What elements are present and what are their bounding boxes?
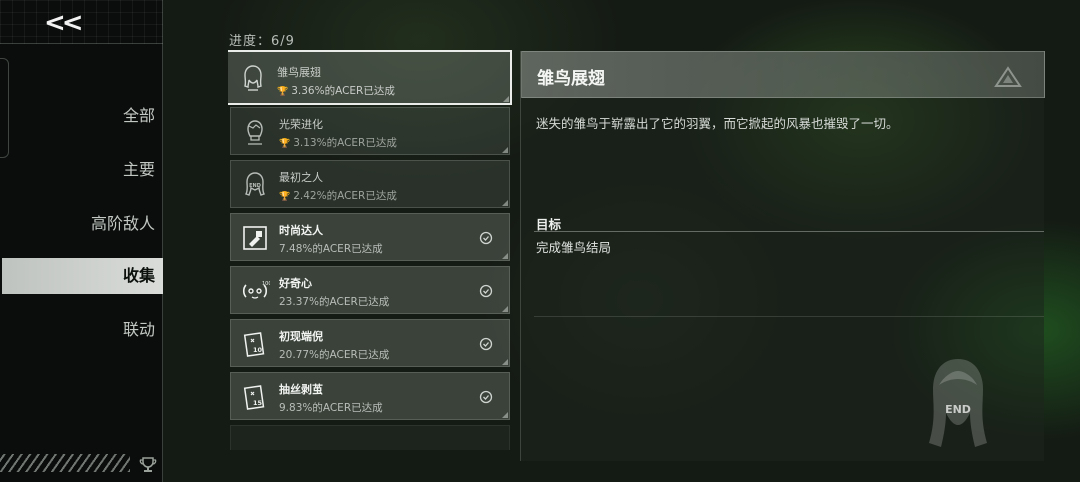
detail-header: 雏鸟展翅 (521, 51, 1045, 98)
achievement-title: 抽丝剥茧 (279, 383, 323, 396)
card-10-icon: 10 (239, 328, 271, 360)
back-button[interactable]: << (44, 8, 90, 38)
achievement-rate: 7.48%的ACER已达成 (279, 243, 383, 255)
tab-collection[interactable]: 收集 (2, 258, 163, 294)
achievement-title: 好奇心 (279, 277, 312, 290)
achievement-rate-text: 3.36%的ACER已达成 (291, 85, 395, 97)
svg-text:10: 10 (253, 346, 263, 354)
trophy-small-icon: 🏆 (279, 192, 291, 202)
trophy-icon (139, 457, 157, 472)
achievement-title: 时尚达人 (279, 224, 323, 237)
achievement-title: 雏鸟展翅 (277, 66, 321, 79)
svg-text:15: 15 (253, 399, 263, 407)
achievement-rate: 🏆 3.13%的ACER已达成 (279, 135, 397, 150)
detail-title: 雏鸟展翅 (537, 69, 605, 89)
triangle-logo-icon (994, 66, 1022, 87)
tab-main[interactable]: 主要 (0, 152, 157, 188)
boy-silhouette-icon (239, 116, 271, 148)
goal-divider (534, 231, 1044, 232)
trophy-small-icon: 🏆 (279, 139, 291, 149)
hatch-decoration (0, 454, 130, 472)
check-circle-icon (479, 390, 493, 404)
achievement-card[interactable]: END 最初之人 🏆 2.42%的ACER已达成 (230, 160, 510, 208)
check-circle-icon (479, 337, 493, 351)
curiosity-icon: 100 (239, 275, 271, 307)
achievement-rate: 23.37%的ACER已达成 (279, 296, 390, 308)
achievement-rate: 🏆 2.42%的ACER已达成 (279, 188, 397, 203)
achievement-detail-panel: 雏鸟展翅 迷失的雏鸟于崭露出了它的羽翼，而它掀起的风暴也摧毁了一切。 目标 完成… (520, 51, 1045, 461)
achievement-card[interactable]: 100 好奇心 23.37%的ACER已达成 (230, 266, 510, 314)
achievement-card[interactable]: 15 抽丝剥茧 9.83%的ACER已达成 (230, 372, 510, 420)
achievement-card[interactable]: 10 初现端倪 20.77%的ACER已达成 (230, 319, 510, 367)
svg-text:END: END (249, 183, 261, 189)
achievement-card[interactable]: 光荣进化 🏆 3.13%的ACER已达成 (230, 107, 510, 155)
check-circle-icon (479, 284, 493, 298)
achievement-list[interactable]: 雏鸟展翅 🏆 3.36%的ACER已达成 光荣进化 🏆 3.13%的ACER已达成 … (228, 50, 514, 450)
achievement-title: 初现端倪 (279, 330, 323, 343)
achievement-card[interactable]: 时尚达人 7.48%的ACER已达成 (230, 213, 510, 261)
detail-description: 迷失的雏鸟于崭露出了它的羽翼，而它掀起的风暴也摧毁了一切。 (536, 116, 899, 131)
end-silhouette-icon: END (239, 169, 271, 201)
tab-all[interactable]: 全部 (0, 98, 157, 134)
sidebar: << 全部 主要 高阶敌人 收集 联动 (0, 0, 163, 482)
achievement-title: 最初之人 (279, 171, 323, 184)
tab-elite-enemies[interactable]: 高阶敌人 (0, 206, 157, 242)
end-emblem-text: END (945, 403, 971, 416)
tab-collab[interactable]: 联动 (0, 312, 157, 348)
svg-text:100: 100 (262, 281, 270, 287)
goal-text: 完成雏鸟结局 (536, 240, 612, 255)
achievement-card-partial[interactable] (230, 425, 510, 450)
achievement-card[interactable]: 雏鸟展翅 🏆 3.36%的ACER已达成 (228, 50, 512, 105)
section-divider (534, 316, 1044, 317)
achievement-rate: 9.83%的ACER已达成 (279, 402, 383, 414)
achievement-title: 光荣进化 (279, 118, 323, 131)
card-15-icon: 15 (239, 381, 271, 413)
trophy-small-icon: 🏆 (277, 87, 289, 97)
end-emblem-icon: END (929, 359, 987, 447)
achievement-rate: 20.77%的ACER已达成 (279, 349, 390, 361)
achievement-rate: 🏆 3.36%的ACER已达成 (277, 83, 395, 98)
check-circle-icon (479, 231, 493, 245)
achievement-rate-text: 3.13%的ACER已达成 (293, 137, 397, 149)
fashion-card-icon (239, 222, 271, 254)
progress-label: 进度：6/9 (229, 34, 295, 49)
girl-silhouette-icon (237, 62, 269, 94)
achievement-rate-text: 2.42%的ACER已达成 (293, 190, 397, 202)
